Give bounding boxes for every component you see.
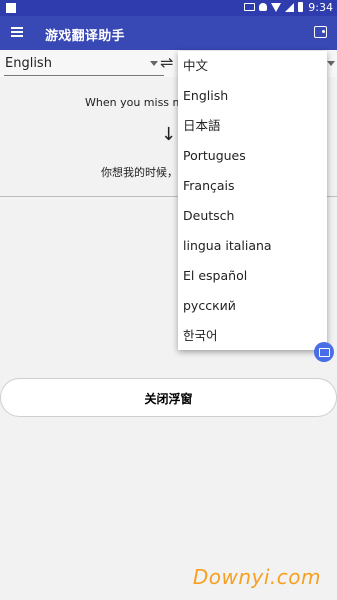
- status-time: 9:34: [308, 1, 333, 14]
- mute-icon: [259, 3, 267, 11]
- menu-item-russian[interactable]: русский: [178, 291, 327, 321]
- source-text: When you miss me: [85, 96, 191, 109]
- close-float-label: 关闭浮窗: [144, 392, 193, 406]
- language-underline: [4, 75, 164, 76]
- menu-item-portuguese[interactable]: Portugues: [178, 141, 327, 171]
- menu-item-french[interactable]: Français: [178, 171, 327, 201]
- chevron-down-icon[interactable]: [150, 61, 158, 66]
- floating-window-icon[interactable]: [314, 342, 334, 362]
- menu-icon[interactable]: [11, 27, 23, 37]
- watermark-logo: Downyi.com: [192, 565, 321, 589]
- menu-item-spanish[interactable]: El español: [178, 261, 327, 291]
- menu-item-korean[interactable]: 한국어: [178, 321, 327, 351]
- cast-icon: [244, 3, 255, 11]
- menu-item-italian[interactable]: lingua italiana: [178, 231, 327, 261]
- chevron-down-icon[interactable]: [327, 61, 335, 66]
- language-dropdown-menu: 中文 English 日本語 Portugues Français Deutsc…: [178, 51, 327, 350]
- battery-icon: [298, 2, 303, 12]
- app-title: 游戏翻译助手: [45, 29, 125, 44]
- swap-languages-icon[interactable]: ⇌: [160, 53, 173, 72]
- menu-item-japanese[interactable]: 日本語: [178, 111, 327, 141]
- menu-item-english[interactable]: English: [178, 81, 327, 111]
- wallet-icon[interactable]: [314, 26, 327, 38]
- close-float-button[interactable]: 关闭浮窗: [0, 378, 337, 417]
- signal-icon: [285, 2, 294, 12]
- status-bar: 9:34: [0, 0, 337, 16]
- app-bar: 游戏翻译助手: [0, 16, 337, 50]
- menu-item-chinese[interactable]: 中文: [178, 51, 327, 81]
- menu-item-german[interactable]: Deutsch: [178, 201, 327, 231]
- translated-text: 你想我的时候，: [101, 166, 178, 179]
- status-icons: [244, 2, 303, 12]
- notification-icon: [6, 3, 16, 13]
- source-language-select[interactable]: English: [5, 56, 52, 71]
- arrow-down-icon: ↓: [161, 124, 177, 145]
- wifi-icon: [271, 2, 281, 12]
